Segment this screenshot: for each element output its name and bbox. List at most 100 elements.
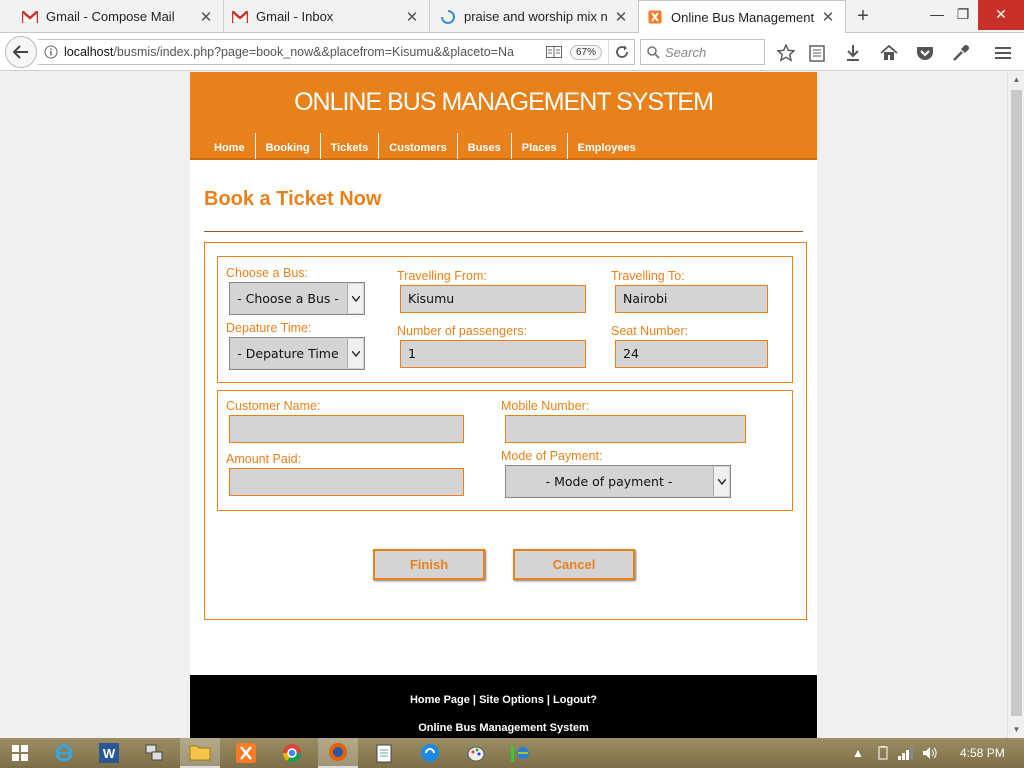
menu-item-tickets[interactable]: Tickets	[321, 133, 380, 159]
reader-view-icon[interactable]	[544, 46, 564, 58]
show-hidden-icons-icon[interactable]: ▲	[852, 746, 864, 760]
notepad-icon[interactable]	[364, 738, 404, 768]
menu-item-home[interactable]: Home	[204, 133, 256, 159]
scrollbar-thumb[interactable]	[1011, 90, 1022, 716]
menu-hamburger-icon[interactable]	[992, 42, 1014, 64]
choose-bus-select[interactable]: - Choose a Bus -	[229, 282, 365, 315]
departure-time-select[interactable]: - Depature Time	[229, 337, 365, 370]
choose-bus-value: - Choose a Bus -	[237, 291, 339, 306]
payment-mode-value: - Mode of payment -	[545, 474, 673, 489]
url-text[interactable]: localhost/busmis/index.php?page=book_now…	[64, 45, 544, 59]
new-tab-button[interactable]: +	[852, 4, 874, 28]
search-placeholder: Search	[665, 44, 707, 60]
tab-title: Gmail - Inbox	[256, 9, 334, 24]
zoom-level-badge[interactable]: 67%	[569, 44, 602, 60]
menu-item-customers[interactable]: Customers	[379, 133, 458, 159]
travelling-to-field[interactable]: Nairobi	[615, 285, 768, 313]
search-input[interactable]: Search	[640, 39, 765, 65]
pocket-icon[interactable]	[914, 42, 936, 64]
footer-links[interactable]: Home Page | Site Options | Logout?	[190, 694, 817, 706]
start-button[interactable]	[0, 738, 40, 768]
wifi-signal-icon[interactable]	[898, 746, 914, 763]
close-tab-icon[interactable]: ✕	[614, 8, 628, 26]
download-icon[interactable]	[842, 42, 864, 64]
tab-title: Gmail - Compose Mail	[46, 9, 175, 24]
battery-icon[interactable]	[876, 746, 890, 763]
mobile-number-field[interactable]	[505, 415, 746, 443]
customer-name-label: Customer Name:	[226, 399, 321, 413]
web-page: ONLINE BUS MANAGEMENT SYSTEM Home Bookin…	[190, 72, 817, 738]
close-tab-icon[interactable]: ✕	[199, 8, 213, 26]
tab-praise-worship[interactable]: praise and worship mix n... ✕	[432, 0, 638, 33]
menu-item-places[interactable]: Places	[512, 133, 568, 159]
firefox-icon[interactable]	[318, 738, 358, 768]
bookmark-star-icon[interactable]	[775, 42, 797, 64]
payment-mode-select[interactable]: - Mode of payment -	[505, 465, 731, 498]
browser-tab-strip: Gmail - Compose Mail ✕ Gmail - Inbox ✕ p…	[0, 0, 1024, 34]
taskbar-clock[interactable]: 4:58 PM	[960, 746, 1005, 760]
url-host: localhost	[64, 45, 114, 59]
network-app-icon[interactable]	[134, 738, 174, 768]
departure-time-label: Depature Time:	[226, 321, 312, 335]
loading-icon	[440, 9, 456, 25]
heading-divider	[204, 231, 803, 232]
menu-item-buses[interactable]: Buses	[458, 133, 512, 159]
customer-details-fieldset: Customer Name: Mobile Number: Amount Pai…	[217, 390, 793, 511]
xampp-control-icon[interactable]	[226, 738, 266, 768]
word-icon[interactable]: W	[89, 738, 129, 768]
tab-title: praise and worship mix n...	[464, 9, 608, 24]
menu-item-booking[interactable]: Booking	[256, 133, 321, 159]
window-close-button[interactable]: ✕	[978, 0, 1024, 30]
scroll-down-icon[interactable]: ▼	[1008, 722, 1024, 738]
travelling-from-label: Travelling From:	[397, 269, 487, 283]
gmail-icon	[22, 9, 38, 25]
file-explorer-icon[interactable]	[180, 738, 220, 768]
url-path: /busmis/index.php?page=book_now&&placefr…	[113, 45, 514, 59]
passengers-field[interactable]: 1	[400, 340, 586, 368]
gmail-icon	[232, 9, 248, 25]
content-area: Book a Ticket Now	[204, 172, 803, 232]
main-menu: Home Booking Tickets Customers Buses Pla…	[204, 133, 646, 159]
chrome-icon[interactable]	[272, 738, 312, 768]
finish-button[interactable]: Finish	[373, 549, 485, 580]
choose-bus-label: Choose a Bus:	[226, 266, 308, 280]
seat-number-field[interactable]: 24	[615, 340, 768, 368]
close-tab-icon[interactable]: ✕	[405, 8, 419, 26]
volume-icon[interactable]	[922, 746, 938, 763]
network-globe-icon[interactable]	[500, 738, 540, 768]
site-title: ONLINE BUS MANAGEMENT SYSTEM	[294, 88, 714, 116]
info-icon[interactable]	[38, 45, 64, 59]
reload-icon[interactable]	[608, 40, 634, 64]
customer-name-field[interactable]	[229, 415, 464, 443]
eyedropper-icon[interactable]	[950, 42, 972, 64]
tab-online-bus-management[interactable]: Online Bus Management ... ✕	[638, 0, 846, 34]
footer-system-name: Online Bus Management System	[418, 722, 589, 734]
xampp-icon	[647, 9, 663, 25]
amount-paid-field[interactable]	[229, 468, 464, 496]
restore-button[interactable]: ❐	[948, 0, 978, 30]
internet-explorer-icon[interactable]	[44, 738, 84, 768]
home-icon[interactable]	[878, 42, 900, 64]
vertical-scrollbar[interactable]: ▲ ▼	[1007, 72, 1024, 738]
back-button[interactable]	[5, 36, 37, 68]
scroll-up-icon[interactable]: ▲	[1008, 72, 1024, 88]
chevron-down-icon	[713, 467, 729, 496]
travelling-from-field[interactable]: Kisumu	[400, 285, 586, 313]
seat-number-label: Seat Number:	[611, 324, 689, 338]
cancel-button[interactable]: Cancel	[513, 549, 635, 580]
passengers-label: Number of passengers:	[397, 324, 527, 338]
menu-item-employees[interactable]: Employees	[568, 133, 646, 159]
url-bar[interactable]: localhost/busmis/index.php?page=book_now…	[38, 39, 635, 65]
back-arrow-icon	[13, 45, 28, 59]
tab-gmail-compose[interactable]: Gmail - Compose Mail ✕	[0, 0, 224, 33]
tab-gmail-inbox[interactable]: Gmail - Inbox ✕	[224, 0, 430, 33]
site-header: ONLINE BUS MANAGEMENT SYSTEM Home Bookin…	[190, 72, 817, 160]
library-icon[interactable]	[806, 42, 828, 64]
close-tab-icon[interactable]: ✕	[821, 8, 835, 26]
payment-mode-label: Mode of Payment:	[501, 449, 603, 463]
app-circle-icon[interactable]	[410, 738, 450, 768]
trip-details-fieldset: Choose a Bus: - Choose a Bus - Travellin…	[217, 256, 793, 383]
paint-icon[interactable]	[456, 738, 496, 768]
tab-title: Online Bus Management ...	[671, 9, 815, 25]
windows-taskbar: W ▲ 4:58 PM	[0, 738, 1024, 768]
